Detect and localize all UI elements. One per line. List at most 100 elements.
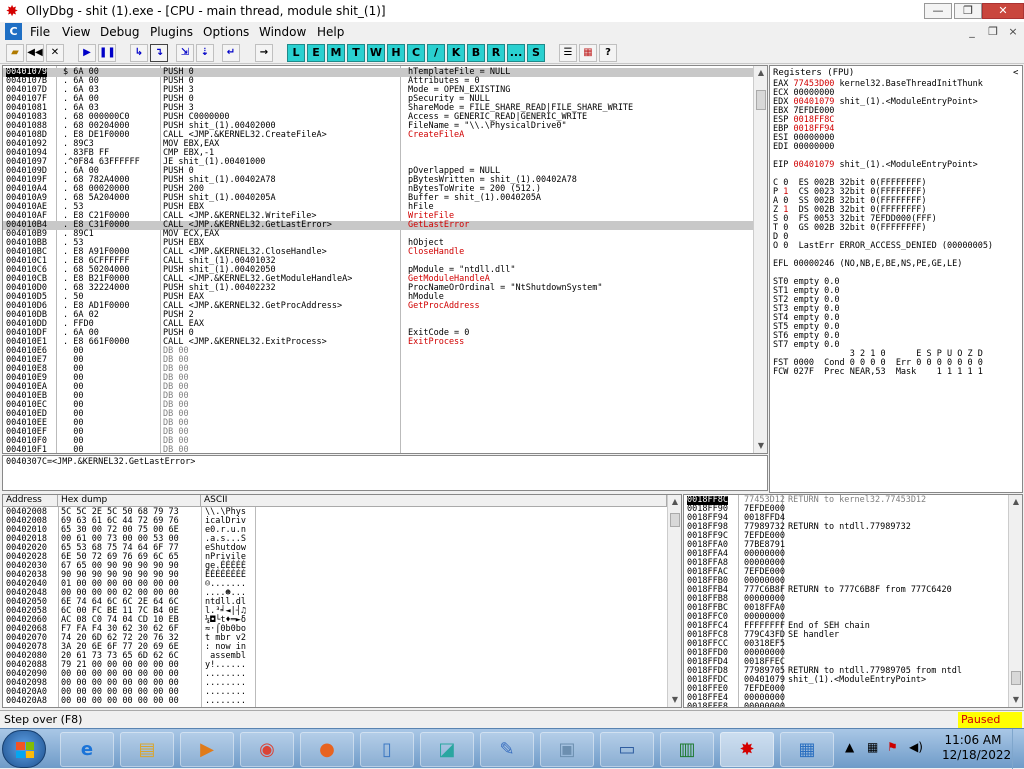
disassembly-scrollbar[interactable]: ▲ ▼ bbox=[753, 66, 767, 453]
minimize-button[interactable]: — bbox=[924, 3, 952, 19]
menu-plugins[interactable]: Plugins bbox=[150, 25, 193, 39]
stack-row[interactable]: 0018FFAC 7EFDE000 bbox=[684, 568, 1008, 577]
disasm-row[interactable]: 004010DB. 6A 02 PUSH 2 bbox=[3, 311, 753, 320]
scroll-down-arrow-icon[interactable]: ▼ bbox=[668, 693, 681, 707]
modules-window-button[interactable]: E bbox=[307, 44, 325, 62]
disasm-row[interactable]: 004010D6. E8 AD1F0000 CALL <JMP.&KERNEL32… bbox=[3, 302, 753, 311]
stack-row[interactable]: 0018FFA4 00000000 bbox=[684, 550, 1008, 559]
stack-row[interactable]: 0018FF90 7EFDE000 bbox=[684, 505, 1008, 514]
scroll-thumb[interactable] bbox=[1011, 671, 1021, 685]
stack-row[interactable]: 0018FFB4 777C6B8F RETURN to 777C6B8F from … bbox=[684, 586, 1008, 595]
firefox-icon[interactable]: ● bbox=[300, 732, 354, 767]
disasm-row[interactable]: 00401079 $ 6A 00 PUSH 0 hTemplateFile = NUL… bbox=[3, 68, 753, 77]
menu-file[interactable]: File bbox=[30, 25, 50, 39]
disasm-row[interactable]: 004010D0. 68 32224000 PUSH shit_(1).00402… bbox=[3, 284, 753, 293]
register-line[interactable]: EFL 00000246 (NO,NB,E,BE,NS,PE,GE,LE) bbox=[773, 260, 1022, 269]
disasm-row[interactable]: 004010F0 00 DB 00 bbox=[3, 437, 753, 446]
stack-row[interactable]: 0018FFA0 77BE8791 bbox=[684, 541, 1008, 550]
file-explorer-icon[interactable]: ▤ bbox=[120, 732, 174, 767]
stack-row[interactable]: 0018FFE0 7EFDE000 bbox=[684, 685, 1008, 694]
stack-pane[interactable]: 0018FF8C 77453D12 RETURN to kernel32.77453… bbox=[683, 494, 1023, 708]
log-window-button[interactable]: L bbox=[287, 44, 305, 62]
disasm-row[interactable]: 0040107D. 6A 03 PUSH 3 Mode = OPEN_EXISTIN… bbox=[3, 86, 753, 95]
dump-header-hex[interactable]: Hex dump bbox=[58, 495, 201, 507]
stack-row[interactable]: 0018FF9C 7EFDE000 bbox=[684, 532, 1008, 541]
stack-row[interactable]: 0018FFCC 00318EF5 bbox=[684, 640, 1008, 649]
register-value[interactable]: 00401079 bbox=[793, 160, 834, 170]
open-icon[interactable]: ▰ bbox=[6, 44, 24, 62]
stack-row[interactable]: 0018FF8C 77453D12 RETURN to kernel32.77453… bbox=[684, 496, 1008, 505]
task-manager-icon[interactable]: ▥ bbox=[660, 732, 714, 767]
restore-button[interactable]: ❐ bbox=[954, 3, 982, 19]
close-button[interactable]: ✕ bbox=[982, 3, 1024, 19]
disasm-row[interactable]: 00401092. 89C3 MOV EBX,EAX bbox=[3, 140, 753, 149]
source-window-button[interactable]: S bbox=[527, 44, 545, 62]
run-trace-window-button[interactable]: ... bbox=[507, 44, 525, 62]
disasm-row[interactable]: 004010EE 00 DB 00 bbox=[3, 419, 753, 428]
disasm-row[interactable]: 0040108D. E8 DE1F0000 CALL <JMP.&KERNEL32… bbox=[3, 131, 753, 140]
menu-view[interactable]: View bbox=[62, 25, 90, 39]
ollydbg-icon[interactable]: ✸ bbox=[720, 732, 774, 767]
disasm-row[interactable]: 004010B4. E8 C31F0000 CALL <JMP.&KERNEL32… bbox=[3, 221, 753, 230]
stack-scrollbar[interactable]: ▲ ▼ bbox=[1008, 495, 1022, 707]
disassembly-pane[interactable]: 00401079 $ 6A 00 PUSH 0 hTemplateFile = NUL… bbox=[2, 65, 768, 454]
references-window-button[interactable]: R bbox=[487, 44, 505, 62]
disasm-row[interactable]: 004010F1 00 DB 00 bbox=[3, 446, 753, 454]
show-hidden-icons-icon[interactable]: ▲ bbox=[845, 740, 854, 754]
disasm-row[interactable]: 004010E7 00 DB 00 bbox=[3, 356, 753, 365]
register-line[interactable]: EIP 00401079 shit_(1).<ModuleEntryPoint> bbox=[773, 160, 1022, 170]
mdi-close-button[interactable]: × bbox=[1003, 25, 1023, 40]
installer-icon[interactable]: ▣ bbox=[540, 732, 594, 767]
paint-icon[interactable]: ✎ bbox=[480, 732, 534, 767]
execute-till-return-icon[interactable]: ↵ bbox=[222, 44, 240, 62]
document-icon[interactable]: ◪ bbox=[420, 732, 474, 767]
disasm-row[interactable]: 0040107B. 6A 00 PUSH 0 Attributes = 0 bbox=[3, 77, 753, 86]
show-desktop-button[interactable] bbox=[1012, 729, 1024, 769]
cpu-window-button[interactable]: C bbox=[407, 44, 425, 62]
volume-icon[interactable]: ◀) bbox=[909, 740, 923, 754]
cpu-window-icon[interactable]: C bbox=[5, 23, 22, 40]
register-value[interactable]: 00000000 bbox=[793, 142, 834, 152]
disasm-row[interactable]: 004010E6 00 DB 00 bbox=[3, 347, 753, 356]
register-line[interactable]: EDI 00000000 bbox=[773, 142, 1022, 152]
trace-into-icon[interactable]: ⇲ bbox=[176, 44, 194, 62]
scroll-thumb[interactable] bbox=[756, 90, 766, 110]
register-line[interactable]: O 0 LastErr ERROR_ACCESS_DENIED (0000000… bbox=[773, 242, 1022, 251]
run-icon[interactable]: ▶ bbox=[78, 44, 96, 62]
stack-row[interactable]: 0018FFB8 00000000 bbox=[684, 595, 1008, 604]
dump-row[interactable]: 004020A8 00 00 00 00 00 00 00 00........ bbox=[3, 697, 667, 706]
scroll-down-arrow-icon[interactable]: ▼ bbox=[1009, 693, 1022, 707]
pause-icon[interactable]: ❚❚ bbox=[98, 44, 116, 62]
stack-row[interactable]: 0018FFA8 00000000 bbox=[684, 559, 1008, 568]
breakpoints-window-button[interactable]: B bbox=[467, 44, 485, 62]
help-icon[interactable]: ? bbox=[599, 44, 617, 62]
register-line[interactable]: T 0 GS 002B 32bit 0(FFFFFFFF) bbox=[773, 224, 1022, 233]
stack-row[interactable]: 0018FFE8 00000000 bbox=[684, 703, 1008, 708]
internet-explorer-icon[interactable]: e bbox=[60, 732, 114, 767]
disasm-row[interactable]: 004010EC 00 DB 00 bbox=[3, 401, 753, 410]
scroll-up-arrow-icon[interactable]: ▲ bbox=[1009, 495, 1022, 509]
mdi-restore-button[interactable]: ❐ bbox=[983, 25, 1003, 40]
scroll-up-arrow-icon[interactable]: ▲ bbox=[668, 495, 681, 509]
goto-icon[interactable]: → bbox=[255, 44, 273, 62]
disasm-row[interactable]: 004010ED 00 DB 00 bbox=[3, 410, 753, 419]
clock[interactable]: 11:06 AM 12/18/2022 bbox=[942, 733, 1011, 763]
windows-window-button[interactable]: W bbox=[367, 44, 385, 62]
start-button[interactable] bbox=[2, 730, 46, 768]
disasm-row[interactable]: 0040107F. 6A 00 PUSH 0 pSecurity = NULL bbox=[3, 95, 753, 104]
network-icon[interactable]: ▦ bbox=[867, 740, 878, 754]
ollydbg-app-icon[interactable]: ✸ bbox=[4, 3, 20, 19]
stack-row[interactable]: 0018FFBC 0018FFA0 bbox=[684, 604, 1008, 613]
disasm-row[interactable]: 004010EA 00 DB 00 bbox=[3, 383, 753, 392]
menu-options[interactable]: Options bbox=[203, 25, 249, 39]
threads-window-button[interactable]: T bbox=[347, 44, 365, 62]
registers-title[interactable]: Registers (FPU) bbox=[773, 69, 854, 78]
dump-header-address[interactable]: Address bbox=[3, 495, 58, 507]
menu-debug[interactable]: Debug bbox=[100, 25, 139, 39]
step-into-icon[interactable]: ↳ bbox=[130, 44, 148, 62]
handles-window-button[interactable]: H bbox=[387, 44, 405, 62]
disasm-row[interactable]: 004010EF 00 DB 00 bbox=[3, 428, 753, 437]
menu-window[interactable]: Window bbox=[259, 25, 306, 39]
grid-icon[interactable]: ▦ bbox=[579, 44, 597, 62]
callstack-window-button[interactable]: K bbox=[447, 44, 465, 62]
